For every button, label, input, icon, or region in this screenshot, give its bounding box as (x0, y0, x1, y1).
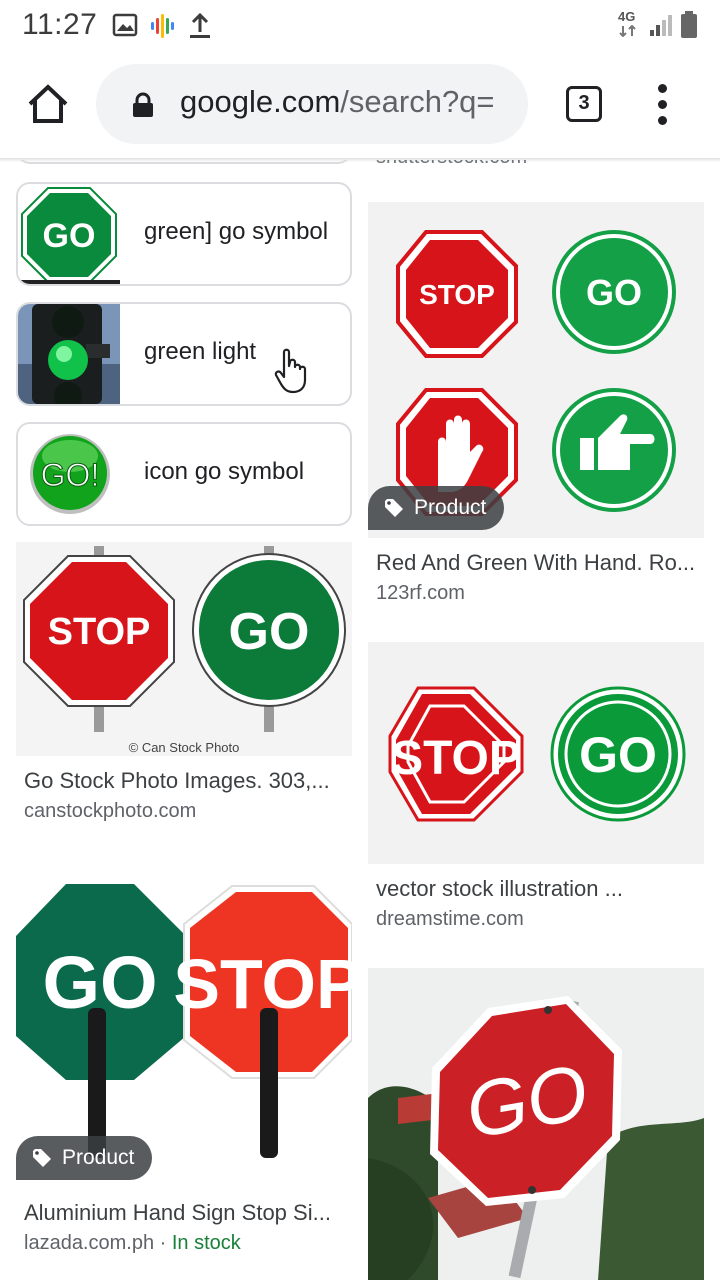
network-indicator: 4G (618, 10, 640, 42)
svg-text:GO!: GO! (41, 457, 100, 493)
traffic-light-thumbnail (18, 304, 120, 404)
result-image[interactable]: STOP GO Product (368, 202, 704, 538)
product-badge: Product (368, 486, 505, 530)
tag-icon (385, 499, 403, 517)
address-bar[interactable]: google.com/search?q= (96, 64, 528, 144)
status-bar: 11:27 4G (0, 0, 720, 52)
hand-cursor-icon (274, 348, 307, 394)
result-image[interactable]: STOP GO © Can Stock Photo (16, 542, 352, 756)
chip-label: green] go symbol (144, 218, 329, 245)
source-domain: lazada.com.ph (24, 1232, 155, 1254)
result-source: dreamstime.com (376, 908, 524, 930)
tab-switcher-button[interactable]: 3 (566, 86, 602, 122)
product-badge-label: Product (62, 1146, 135, 1169)
previous-chip-edge[interactable] (16, 160, 352, 164)
sign-text: STOP (391, 732, 521, 785)
sign-text: STOP (419, 279, 495, 310)
product-badge: Product (16, 1136, 153, 1180)
stop-go-signs-image: STOP GO © Can Stock Photo (23, 546, 346, 755)
menu-icon[interactable] (652, 82, 676, 126)
url-text[interactable]: google.com/search?q= (180, 84, 510, 120)
network-label: 4G (618, 9, 636, 24)
source-separator: · (154, 1232, 172, 1254)
battery-icon (681, 11, 697, 38)
url-path: /search?q= (340, 84, 495, 119)
result-source: lazada.com.ph · In stock (24, 1232, 241, 1255)
sign-text: GO (229, 603, 310, 661)
related-search-chip[interactable]: green light (16, 302, 352, 406)
sign-text: GO (586, 272, 642, 313)
home-icon[interactable] (26, 82, 70, 126)
chip-label: green light (144, 338, 257, 365)
chip-label: icon go symbol (144, 458, 305, 485)
go-red-sign-photo: GO (368, 968, 704, 1280)
image-icon (112, 13, 138, 37)
url-host: google.com (180, 84, 341, 119)
go-sign-thumbnail: GO (18, 184, 120, 284)
result-image[interactable]: STOP GO (368, 642, 704, 864)
product-badge-label: Product (414, 496, 487, 519)
in-stock-label: In stock (171, 1232, 241, 1254)
upload-icon (190, 12, 210, 38)
sign-text: GO (579, 727, 657, 783)
watermark: © Can Stock Photo (129, 740, 240, 755)
google-assistant-icon (151, 14, 174, 38)
search-results: shutterstock.com GO green] go symbol gre… (0, 160, 720, 1280)
previous-result-source-edge: shutterstock.com (376, 160, 527, 169)
related-search-chip[interactable]: GO green] go symbol (16, 182, 352, 286)
svg-text:GO: GO (43, 217, 96, 255)
result-image[interactable]: GO (368, 968, 704, 1280)
result-title[interactable]: vector stock illustration ... (376, 876, 694, 902)
browser-toolbar: google.com/search?q= 3 (0, 52, 720, 160)
sign-text: STOP (48, 611, 151, 653)
stop-go-vector-image: STOP GO (388, 686, 686, 822)
result-title[interactable]: Red And Green With Hand. Ro... (376, 550, 694, 576)
result-source: 123rf.com (376, 582, 465, 604)
data-arrows-icon (619, 24, 636, 38)
related-search-chip[interactable]: GO! icon go symbol (16, 422, 352, 526)
result-title[interactable]: Aluminium Hand Sign Stop Si... (24, 1200, 344, 1226)
result-title[interactable]: Go Stock Photo Images. 303,... (24, 768, 344, 794)
status-time: 11:27 (22, 8, 98, 41)
lock-icon (133, 92, 153, 117)
go-button-thumbnail: GO! (18, 424, 120, 524)
tag-icon (33, 1149, 51, 1167)
result-image[interactable]: GO STOP Product (16, 860, 352, 1186)
signal-icon (650, 15, 672, 36)
result-source: canstockphoto.com (24, 800, 197, 822)
